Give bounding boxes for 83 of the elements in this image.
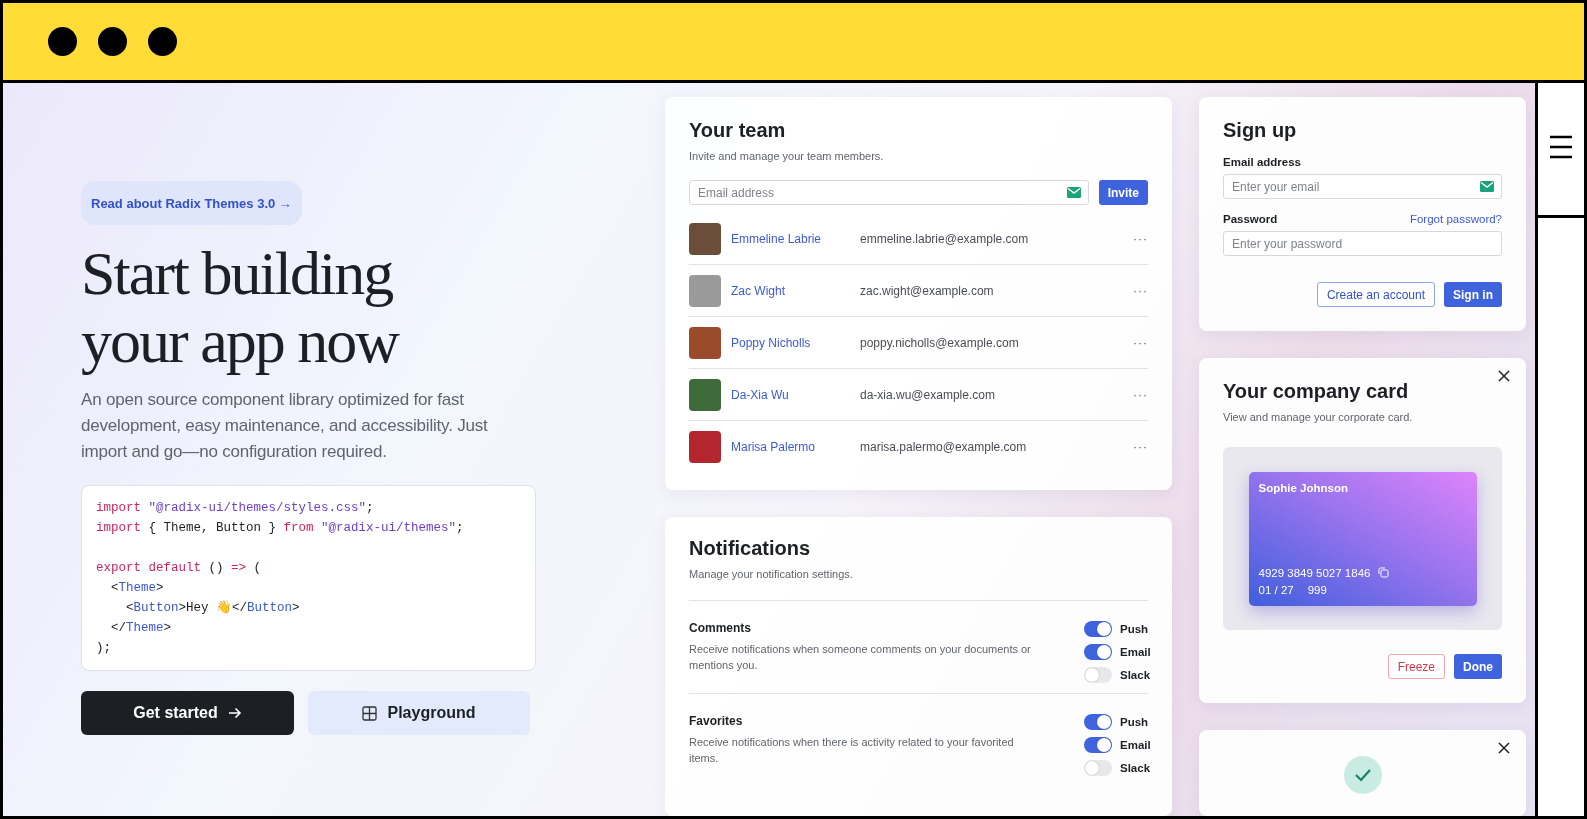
code-line: <Button>Hey 👋</Button> bbox=[125, 599, 301, 617]
freeze-button[interactable]: Freeze bbox=[1387, 654, 1445, 679]
hero-heading: your app now bbox=[81, 307, 400, 375]
avatar-photo-placeholder bbox=[689, 378, 721, 411]
card-subtitle: Invite and manage your team members. bbox=[689, 150, 885, 162]
toggle-switch[interactable] bbox=[1084, 760, 1112, 776]
card-title: Sign up bbox=[1223, 119, 1298, 142]
setting-description: Receive notifications when someone comments on your documents or mentions you. bbox=[689, 642, 1032, 673]
member-email: marisa.palermo@example.com bbox=[860, 439, 1028, 454]
member-email: da-xia.wu@example.com bbox=[860, 387, 996, 402]
card-title: Your team bbox=[689, 119, 787, 142]
code-line: import { Theme, Button } from "@radix-ui/themes"; bbox=[96, 520, 465, 537]
grid-icon bbox=[362, 705, 378, 721]
arrow-right-icon bbox=[227, 707, 242, 719]
member-email: poppy.nicholls@example.com bbox=[860, 335, 1020, 350]
member-email: emmeline.labrie@example.com bbox=[860, 231, 1030, 246]
card-title: Notifications bbox=[689, 537, 812, 560]
toggle-label: Email bbox=[1120, 739, 1151, 751]
hero-heading: Start building bbox=[81, 239, 394, 307]
release-notes-link[interactable]: Read about Radix Themes 3.0 → bbox=[81, 181, 302, 225]
more-options-button[interactable]: ··· bbox=[1133, 283, 1148, 298]
code-line: import "@radix-ui/themes/styles.css"; bbox=[96, 500, 375, 517]
email-field[interactable]: Email address bbox=[689, 180, 1089, 205]
card-subtitle: Manage your notification settings. bbox=[689, 568, 854, 580]
member-email: zac.wight@example.com bbox=[860, 283, 995, 298]
playground-button[interactable]: Playground bbox=[308, 691, 530, 735]
setting-title: Comments bbox=[689, 621, 752, 635]
get-started-button[interactable]: Get started bbox=[81, 691, 294, 735]
window-dot-icon[interactable] bbox=[48, 27, 77, 56]
card-cvc: 999 bbox=[1307, 583, 1327, 596]
avatar-photo-placeholder bbox=[689, 326, 721, 359]
field-label: Password bbox=[1223, 213, 1278, 225]
code-line: <Theme> bbox=[110, 580, 165, 597]
card-number: 4929 3849 5027 1846 bbox=[1258, 566, 1371, 579]
toggle-label: Email bbox=[1120, 646, 1151, 658]
code-line: export default () => ( bbox=[96, 560, 263, 577]
card-subtitle: View and manage your corporate card. bbox=[1223, 411, 1414, 423]
success-check-icon bbox=[1343, 756, 1382, 794]
forgot-password-link[interactable]: Forgot password? bbox=[1409, 213, 1502, 225]
member-name[interactable]: Da-Xia Wu bbox=[731, 387, 860, 402]
toggle-label: Slack bbox=[1120, 669, 1151, 681]
member-name[interactable]: Poppy Nicholls bbox=[731, 335, 860, 350]
create-account-button[interactable]: Create an account bbox=[1316, 282, 1435, 307]
member-name[interactable]: Marisa Palermo bbox=[731, 439, 860, 454]
setting-title: Favorites bbox=[689, 714, 744, 728]
more-options-button[interactable]: ··· bbox=[1133, 231, 1148, 246]
avatar-photo-placeholder bbox=[689, 274, 721, 307]
avatar-photo-placeholder bbox=[689, 430, 721, 463]
email-field[interactable]: Enter your email bbox=[1223, 174, 1502, 199]
toggle-label: Push bbox=[1120, 623, 1149, 635]
member-name[interactable]: Emmeline Labrie bbox=[731, 231, 860, 246]
toggle-switch[interactable] bbox=[1084, 644, 1112, 660]
mail-icon bbox=[1480, 181, 1494, 192]
toggle-switch[interactable] bbox=[1084, 714, 1112, 730]
mail-icon bbox=[1066, 187, 1081, 198]
setting-description: Receive notifications when there is activity related to your favorited items. bbox=[689, 735, 1015, 766]
toggle-switch[interactable] bbox=[1084, 667, 1112, 683]
close-icon[interactable] bbox=[1498, 370, 1510, 382]
code-line: </Theme> bbox=[110, 620, 173, 637]
more-options-button[interactable]: ··· bbox=[1133, 387, 1148, 402]
code-line: ); bbox=[96, 640, 112, 657]
toggle-switch[interactable] bbox=[1084, 621, 1112, 637]
member-name[interactable]: Zac Wight bbox=[731, 283, 860, 298]
hero-description: An open source component library optimized for fast development, easy maintenance, and accessibility. Just import and go—no configuration required. bbox=[81, 389, 489, 463]
copy-icon[interactable] bbox=[1378, 567, 1390, 578]
card-expiry: 01 / 27 bbox=[1258, 583, 1294, 596]
toggle-label: Push bbox=[1120, 716, 1149, 728]
more-options-button[interactable]: ··· bbox=[1133, 439, 1148, 454]
sign-in-button[interactable]: Sign in bbox=[1444, 282, 1502, 307]
avatar-photo-placeholder bbox=[689, 222, 721, 255]
card-title: Your company card bbox=[1223, 380, 1410, 403]
cardholder-name: Sophie Johnson bbox=[1258, 481, 1349, 494]
field-label: Email address bbox=[1223, 156, 1301, 168]
more-options-button[interactable]: ··· bbox=[1133, 335, 1148, 350]
toggle-switch[interactable] bbox=[1084, 737, 1112, 753]
close-icon[interactable] bbox=[1498, 742, 1510, 754]
invite-button[interactable]: Invite bbox=[1098, 180, 1148, 205]
done-button[interactable]: Done bbox=[1454, 654, 1502, 679]
password-field[interactable]: Enter your password bbox=[1223, 231, 1502, 256]
window-dot-icon[interactable] bbox=[98, 27, 127, 56]
window-dot-icon[interactable] bbox=[148, 27, 177, 56]
toggle-label: Slack bbox=[1120, 762, 1151, 774]
menu-icon[interactable] bbox=[1550, 135, 1572, 159]
